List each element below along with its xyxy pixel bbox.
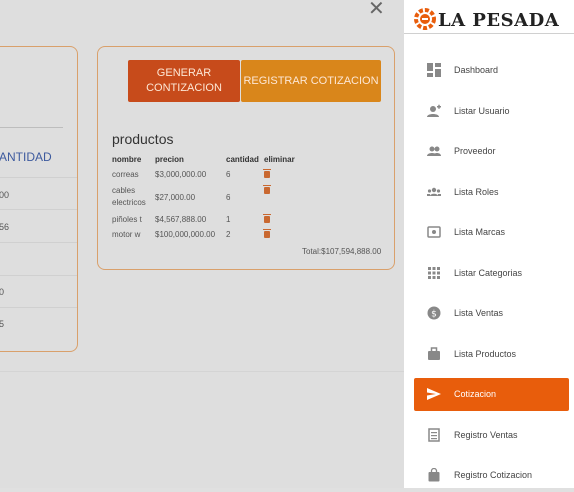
product-name: motor w xyxy=(112,230,141,239)
row-divider xyxy=(0,307,77,308)
column-header-eliminar: eliminar xyxy=(264,155,295,164)
row-divider xyxy=(0,177,77,178)
sidebar-item-lista-productos[interactable]: Lista Productos xyxy=(414,338,569,371)
product-price: $100,000,000.00 xyxy=(155,230,216,239)
generate-quote-button[interactable]: GENERAR CONTIZACION xyxy=(128,60,240,102)
dollar-icon: $ xyxy=(427,306,441,320)
trash-icon[interactable] xyxy=(263,169,271,178)
product-qty: 6 xyxy=(226,170,231,179)
cotizacion-card: GENERAR CONTIZACION REGISTRAR COTIZACION… xyxy=(97,46,395,270)
column-header-cantidad: ANTIDAD xyxy=(0,150,52,164)
table-cell: 0 xyxy=(0,287,5,297)
product-name: correas xyxy=(112,170,139,179)
product-price: $3,000,000.00 xyxy=(155,170,207,179)
person-add-icon xyxy=(427,104,441,117)
shopping-bag-icon xyxy=(428,468,440,482)
table-cell: 5 xyxy=(0,319,5,329)
column-header-cantidad: cantidad xyxy=(226,155,259,164)
sidebar-item-label: Cotizacion xyxy=(454,389,497,399)
groups-icon xyxy=(427,187,441,196)
register-quote-button[interactable]: REGISTRAR COTIZACION xyxy=(241,60,381,102)
send-icon xyxy=(427,388,441,400)
brand-name: LA PESADA xyxy=(438,10,560,31)
sidebar-item-dashboard[interactable]: Dashboard xyxy=(414,54,569,87)
dashboard-icon xyxy=(427,63,441,77)
list-card: ANTIDAD 00 56 0 5 xyxy=(0,46,78,352)
branding-icon xyxy=(427,226,441,238)
row-divider xyxy=(0,209,77,210)
sidebar-item-listar-categorias[interactable]: Listar Categorias xyxy=(414,257,569,290)
sidebar-item-proveedor[interactable]: Proveedor xyxy=(414,135,569,168)
trash-icon[interactable] xyxy=(263,229,271,238)
table-cell: 56 xyxy=(0,222,10,232)
column-header-nombre: nombre xyxy=(112,155,142,164)
sidebar: LA PESADA Dashboard Listar Usuario Prove… xyxy=(404,0,574,488)
group-icon xyxy=(427,146,441,156)
trash-icon[interactable] xyxy=(263,185,271,194)
divider xyxy=(0,371,404,372)
sidebar-item-listar-usuario[interactable]: Listar Usuario xyxy=(414,95,569,128)
product-qty: 2 xyxy=(226,230,231,239)
divider xyxy=(0,127,63,128)
sidebar-item-label: Lista Marcas xyxy=(454,227,506,237)
product-qty: 1 xyxy=(226,215,231,224)
sidebar-item-registro-ventas[interactable]: Registro Ventas xyxy=(414,419,569,452)
sidebar-item-label: Proveedor xyxy=(454,146,496,156)
sidebar-item-label: Listar Categorias xyxy=(454,268,523,278)
brand-logo-icon xyxy=(414,8,436,30)
bag-icon xyxy=(428,347,440,360)
trash-icon[interactable] xyxy=(263,214,271,223)
product-price: $27,000.00 xyxy=(155,193,196,202)
products-title: productos xyxy=(112,131,174,147)
product-price: $4,567,888.00 xyxy=(155,215,207,224)
sidebar-item-lista-marcas[interactable]: Lista Marcas xyxy=(414,216,569,249)
sidebar-item-cotizacion[interactable]: Cotizacion xyxy=(414,378,569,411)
sidebar-item-label: Lista Productos xyxy=(454,349,517,359)
sidebar-item-label: Listar Usuario xyxy=(454,106,510,116)
sidebar-item-lista-roles[interactable]: Lista Roles xyxy=(414,176,569,209)
svg-text:$: $ xyxy=(431,310,437,320)
sidebar-item-registro-cotizacion[interactable]: Registro Cotizacion xyxy=(414,459,569,492)
sidebar-item-lista-ventas[interactable]: $ Lista Ventas xyxy=(414,297,569,330)
divider xyxy=(404,33,574,34)
button-label: CONTIZACION xyxy=(146,82,222,94)
sidebar-item-label: Lista Ventas xyxy=(454,308,504,318)
product-name: cables electricos xyxy=(112,186,146,207)
column-header-precion: precion xyxy=(155,155,184,164)
product-name: piñoles t xyxy=(112,215,142,224)
sidebar-item-label: Dashboard xyxy=(454,65,499,75)
total-amount: Total:$107,594,888.00 xyxy=(302,247,382,256)
table-cell: 00 xyxy=(0,190,10,200)
row-divider xyxy=(0,275,77,276)
sidebar-item-label: Registro Cotizacion xyxy=(454,470,533,480)
row-divider xyxy=(0,242,77,243)
button-label: GENERAR xyxy=(156,67,212,79)
grid-icon xyxy=(428,267,440,279)
product-qty: 6 xyxy=(226,193,231,202)
receipt-icon xyxy=(428,428,440,442)
sidebar-item-label: Registro Ventas xyxy=(454,430,518,440)
sidebar-item-label: Lista Roles xyxy=(454,187,499,197)
close-icon[interactable]: ✕ xyxy=(368,0,385,19)
